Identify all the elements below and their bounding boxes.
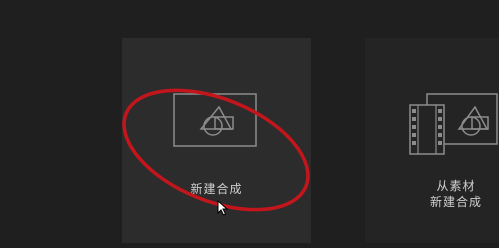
new-composition-from-footage-label: 从素材 新建合成 (421, 178, 491, 210)
label-line-2: 新建合成 (429, 195, 482, 209)
new-composition-from-footage-button[interactable]: 从素材 新建合成 (365, 38, 499, 243)
start-screen: 新建合成 从素材 新建合成 (0, 0, 499, 248)
mouse-cursor-icon (217, 200, 229, 216)
new-composition-label: 新建合成 (190, 182, 243, 196)
composition-icon (173, 93, 257, 147)
footage-composition-icon (409, 93, 498, 155)
label-line-1: 从素材 (436, 179, 476, 193)
